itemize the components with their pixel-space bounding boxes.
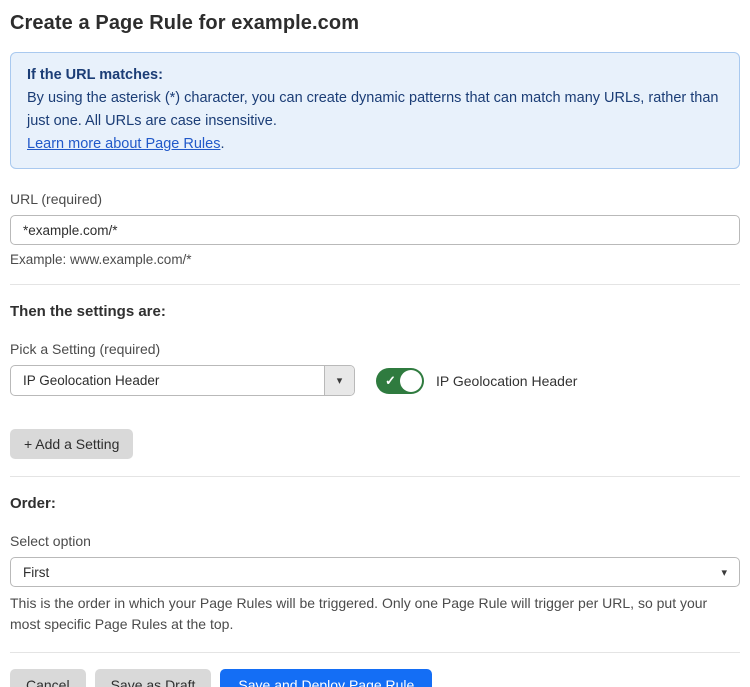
url-field-label: URL (required): [10, 191, 740, 207]
setting-select[interactable]: IP Geolocation Header ▾: [10, 365, 355, 396]
order-help-text: This is the order in which your Page Rul…: [10, 593, 740, 635]
settings-section-heading: Then the settings are:: [10, 303, 740, 320]
url-input[interactable]: [10, 215, 740, 245]
divider: [10, 476, 740, 477]
setting-select-caret-button[interactable]: ▾: [324, 366, 354, 395]
divider: [10, 652, 740, 653]
url-matches-info-box: If the URL matches: By using the asteris…: [10, 52, 740, 169]
create-page-rule-form: Create a Page Rule for example.com If th…: [0, 0, 750, 687]
order-select-label: Select option: [10, 533, 740, 549]
order-select[interactable]: First ▾: [10, 557, 740, 587]
learn-more-link[interactable]: Learn more about Page Rules: [27, 136, 220, 152]
divider: [10, 284, 740, 285]
toggle-label: IP Geolocation Header: [436, 373, 577, 389]
form-actions: Cancel Save as Draft Save and Deploy Pag…: [10, 669, 740, 687]
info-box-link-line: Learn more about Page Rules.: [27, 133, 723, 156]
info-box-heading: If the URL matches:: [27, 64, 723, 87]
save-deploy-button[interactable]: Save and Deploy Page Rule: [220, 669, 432, 687]
setting-select-value: IP Geolocation Header: [11, 366, 324, 395]
link-suffix: .: [220, 136, 224, 152]
order-section-heading: Order:: [10, 495, 740, 512]
check-icon: ✓: [385, 373, 396, 386]
caret-down-icon: ▾: [721, 566, 727, 579]
setting-toggle-wrap: ✓ IP Geolocation Header: [376, 368, 577, 394]
cancel-button[interactable]: Cancel: [10, 669, 86, 687]
add-setting-button[interactable]: + Add a Setting: [10, 429, 133, 459]
order-select-value: First: [23, 565, 49, 580]
setting-row: IP Geolocation Header ▾ ✓ IP Geolocation…: [10, 365, 740, 396]
pick-setting-label: Pick a Setting (required): [10, 341, 740, 357]
page-title: Create a Page Rule for example.com: [10, 12, 740, 35]
toggle-knob: [400, 370, 422, 392]
url-example-text: Example: www.example.com/*: [10, 252, 740, 267]
caret-down-icon: ▾: [337, 374, 343, 387]
save-draft-button[interactable]: Save as Draft: [95, 669, 212, 687]
info-box-body: By using the asterisk (*) character, you…: [27, 87, 723, 133]
ip-geolocation-toggle[interactable]: ✓: [376, 368, 424, 394]
